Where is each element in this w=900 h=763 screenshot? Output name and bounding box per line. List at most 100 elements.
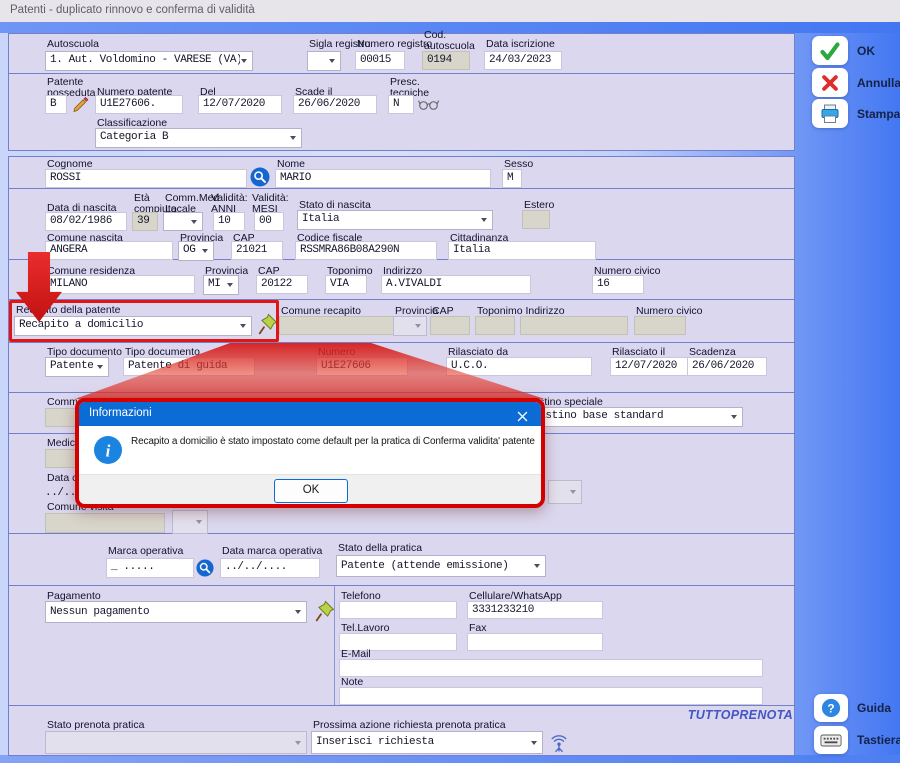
ok-button[interactable] [812,36,848,65]
cancel-x-icon [820,73,840,93]
note-field[interactable] [339,687,763,705]
provincia-nascita-select[interactable]: OG [178,241,214,261]
keyboard-icon [820,733,842,748]
stampa-button[interactable] [812,99,848,128]
tastiera-button-label[interactable]: Tastiera [857,733,900,747]
guida-button-label[interactable]: Guida [857,701,891,715]
prossima-azione-select[interactable]: Inserisci richiesta [311,731,543,754]
sesso-label: Sesso [504,159,533,170]
indirizzo-field[interactable]: A.VIVALDI [381,275,531,294]
comune-recapito-label: Comune recapito [281,306,361,317]
pagamento-select[interactable]: Nessun pagamento [45,601,307,623]
check-icon [819,40,841,62]
sigla-registro-select[interactable] [307,51,341,71]
indirizzo-recapito-field [520,316,628,335]
comune-nascita-field[interactable]: ANGERA [45,241,173,260]
scadenza-field[interactable]: 26/06/2020 [687,357,767,376]
antenna-icon[interactable] [549,733,569,753]
classificazione-select[interactable]: Categoria B [95,128,302,148]
dialog-footer: OK [79,474,541,505]
tuttoprenota-logo: TUTTOPRENOTA [600,708,793,722]
patente-posseduta-field[interactable]: B [45,95,67,114]
validita-mesi-field[interactable]: 00 [254,212,284,231]
tipo-documento-select[interactable]: Patente [45,357,109,377]
provincia-residenza-select[interactable]: MI [203,275,239,295]
scade-il-field[interactable]: 26/06/2020 [293,95,377,114]
scadenza-label: Scadenza [689,347,736,358]
cittadinanza-field[interactable]: Italia [448,241,596,260]
toponimo-field[interactable]: VIA [325,275,367,294]
stato-pratica-select[interactable]: Patente (attende emissione) [336,555,546,577]
guida-button[interactable]: ? [814,694,848,722]
edit-pencil-icon[interactable] [72,96,90,113]
stato-prenota-label: Stato prenota pratica [47,720,144,731]
marca-operativa-field[interactable]: _ ..... [106,558,194,578]
tel-lavoro-label: Tel.Lavoro [341,623,389,634]
estero-field [522,210,550,229]
note-label: Note [341,677,363,688]
stato-nascita-label: Stato di nascita [299,200,371,211]
cod-autoscuola-field: 0194 [422,51,470,70]
cognome-field[interactable]: ROSSI [45,169,247,188]
comune-visita-asl-select[interactable] [172,510,208,534]
numero-registro-field[interactable]: 00015 [355,51,405,70]
dialog-titlebar: Informazioni [79,402,541,426]
annulla-button-label[interactable]: Annulla [857,76,900,90]
comm-med-select[interactable] [163,212,203,231]
glasses-icon[interactable] [418,98,440,111]
validita-anni-label: Validità: ANNI [211,193,248,214]
cognome-label: Cognome [47,159,93,170]
autoscuola-select[interactable]: 1. Aut. Voldomino - VARESE (VA) [45,51,253,71]
ok-button-label[interactable]: OK [857,44,875,58]
codice-fiscale-field[interactable]: RSSMRA86B08A290N [295,241,437,260]
svg-text:?: ? [827,702,834,716]
sesso-field[interactable]: M [502,169,522,188]
search-icon[interactable] [250,167,270,187]
rilasciato-il-label: Rilasciato il [612,347,665,358]
marca-operativa-label: Marca operativa [108,546,183,557]
validita-mesi-label: Validità: MESI [252,193,289,214]
printer-icon [819,103,841,125]
pagamento-pushpin-icon[interactable] [315,600,335,622]
nome-field[interactable]: MARIO [275,169,491,188]
marca-search-icon[interactable] [196,559,214,577]
nome-label: Nome [277,159,305,170]
stato-nascita-select[interactable]: Italia [297,210,493,230]
dialog-ok-button[interactable]: OK [274,479,348,503]
toponimo-indirizzo-recapito-label: Toponimo Indirizzo [477,306,565,317]
data-iscrizione-field[interactable]: 24/03/2023 [484,51,562,70]
autoscuola-label: Autoscuola [47,39,99,50]
annulla-button[interactable] [812,68,848,97]
comune-residenza-field[interactable]: MILANO [45,275,195,294]
stato-pratica-label: Stato della pratica [338,543,422,554]
validita-anni-field[interactable]: 10 [213,212,245,231]
numero-civico-recapito-field [634,316,686,335]
cellulare-field[interactable]: 3331233210 [467,601,603,619]
telefono-label: Telefono [341,591,381,602]
cap-residenza-field[interactable]: 20122 [256,275,308,294]
rilasciato-da-label: Rilasciato da [448,347,508,358]
cap-recapito-label: CAP [432,306,454,317]
informazioni-dialog: Informazioni i Recapito a domicilio è st… [75,398,545,508]
tastiera-button[interactable] [814,726,848,754]
classificazione-label: Classificazione [97,118,167,129]
presc-tecniche-field[interactable]: N [388,95,414,114]
del-field[interactable]: 12/07/2020 [198,95,282,114]
numero-patente-field[interactable]: U1E27606. [95,95,183,114]
stampa-button-label[interactable]: Stampa [857,107,900,121]
listino-speciale-select[interactable]: Listino base standard [528,407,743,427]
provincia-recapito-select [393,316,427,336]
rilasciato-da-field[interactable]: U.C.O. [446,357,592,376]
data-nascita-field[interactable]: 08/02/1986 [45,212,127,231]
fax-field[interactable] [467,633,603,651]
cap-nascita-field[interactable]: 21021 [231,241,283,260]
telefono-field[interactable] [339,601,457,619]
data-marca-operativa-field[interactable]: ../../.... [220,558,320,578]
help-icon: ? [821,698,841,718]
numero-civico-field[interactable]: 16 [592,275,644,294]
prossima-azione-label: Prossima azione richiesta prenota pratic… [313,720,506,731]
rilasciato-il-field[interactable]: 12/07/2020 [610,357,690,376]
dialog-close-icon[interactable] [507,406,535,427]
medico-right-select[interactable] [548,480,582,504]
email-field[interactable] [339,659,763,677]
